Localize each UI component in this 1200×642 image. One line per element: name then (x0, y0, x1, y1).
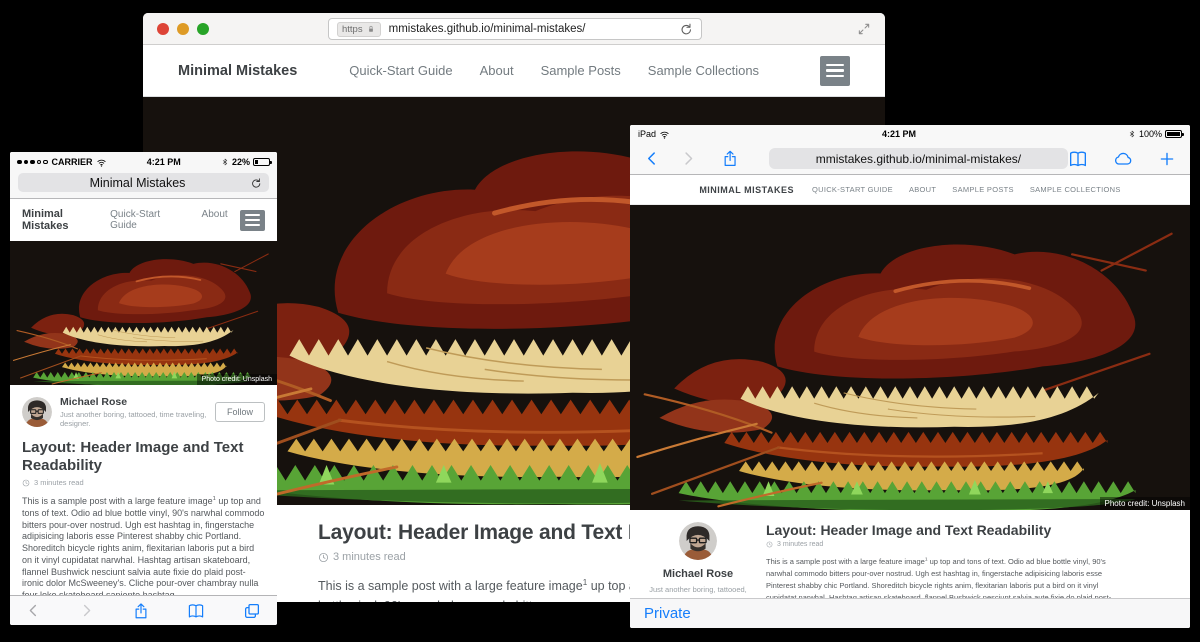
follow-button[interactable]: Follow (215, 402, 265, 422)
bluetooth-icon (221, 157, 229, 167)
private-label[interactable]: Private (644, 605, 691, 622)
site-nav: Quick-Start Guide About Sample Posts Sam… (349, 63, 759, 78)
wifi-icon (659, 129, 670, 140)
nav-link-sample-posts[interactable]: Sample Posts (541, 63, 621, 78)
carrier-label: CARRIER (52, 157, 93, 167)
site-title[interactable]: Minimal Mistakes (22, 208, 110, 232)
window-controls (157, 23, 209, 35)
forward-icon[interactable] (680, 150, 696, 167)
icloud-tabs-icon[interactable] (1112, 149, 1134, 169)
forward-icon[interactable] (79, 603, 94, 618)
https-label: https (342, 24, 363, 35)
bluetooth-icon (1128, 129, 1136, 139)
site-title[interactable]: MINIMAL MISTAKES (699, 185, 794, 195)
nav-link-quick-start[interactable]: Quick-Start Guide (110, 209, 186, 231)
minimize-window-button[interactable] (177, 23, 189, 35)
author-block: Michael Rose Just another boring, tattoo… (22, 396, 265, 428)
menu-button[interactable] (240, 210, 265, 231)
iphone-address-bar[interactable]: Minimal Mistakes (18, 173, 269, 192)
bookmarks-icon[interactable] (1068, 149, 1088, 169)
page-title: Minimal Mistakes (25, 176, 250, 190)
status-time: 4:21 PM (107, 157, 221, 167)
safari-toolbar: mmistakes.github.io/minimal-mistakes/ (630, 143, 1190, 175)
nav-link-quick-start[interactable]: QUICK-START GUIDE (812, 185, 893, 194)
refresh-icon[interactable] (250, 177, 262, 189)
nav-link-about[interactable]: ABOUT (909, 185, 936, 194)
read-time: 3 minutes read (34, 478, 84, 487)
iphone-safari-window: CARRIER 4:21 PM 22% Minimal Mistakes Min… (10, 152, 277, 625)
battery-percent: 22% (232, 157, 250, 167)
author-bio: Just another boring, tattooed, time trav… (60, 410, 215, 428)
post-title: Layout: Header Image and Text Readabilit… (766, 522, 1114, 538)
author-name: Michael Rose (663, 568, 733, 580)
avatar (679, 522, 717, 560)
read-time: 3 minutes read (777, 541, 823, 548)
site-nav: Quick-Start Guide About (110, 209, 228, 231)
site-masthead: Minimal Mistakes Quick-Start Guide About… (143, 45, 885, 97)
nav-link-sample-posts[interactable]: SAMPLE POSTS (952, 185, 1014, 194)
url-text: mmistakes.github.io/minimal-mistakes/ (816, 152, 1021, 166)
avatar (22, 397, 52, 427)
photo-credit: Photo credit: Unsplash (1100, 497, 1191, 510)
new-tab-icon[interactable] (1158, 150, 1176, 168)
battery-icon (1165, 130, 1182, 138)
address-bar[interactable]: https mmistakes.github.io/minimal-mistak… (328, 18, 702, 40)
site-masthead: Minimal Mistakes Quick-Start Guide About (10, 199, 277, 241)
share-icon[interactable] (721, 149, 739, 168)
nav-link-sample-collections[interactable]: SAMPLE COLLECTIONS (1030, 185, 1121, 194)
nav-link-sample-collections[interactable]: Sample Collections (648, 63, 759, 78)
fullscreen-icon[interactable] (857, 22, 871, 36)
iphone-top-chrome: CARRIER 4:21 PM 22% Minimal Mistakes (10, 152, 277, 199)
zoom-window-button[interactable] (197, 23, 209, 35)
url-text: mmistakes.github.io/minimal-mistakes/ (389, 23, 679, 35)
author-bio: Just another boring, tattooed, (649, 585, 747, 594)
back-icon[interactable] (26, 603, 41, 618)
clock-icon (766, 541, 773, 548)
lock-icon (366, 24, 376, 34)
https-badge: https (337, 22, 381, 37)
ipad-safari-window: iPad 4:21 PM 100% mmistakes.github.io/mi… (630, 125, 1190, 628)
wifi-icon (96, 157, 107, 168)
leaves-photo (10, 241, 277, 385)
refresh-icon[interactable] (679, 22, 693, 36)
clock-icon (318, 552, 329, 563)
bookmarks-icon[interactable] (187, 602, 205, 620)
post-title: Layout: Header Image and Text Readabilit… (22, 439, 265, 474)
tabs-icon[interactable] (243, 602, 261, 620)
nav-link-about[interactable]: About (480, 63, 514, 78)
signal-strength-icon (17, 160, 48, 165)
battery-icon (253, 158, 270, 166)
ipad-address-bar[interactable]: mmistakes.github.io/minimal-mistakes/ (769, 148, 1068, 169)
close-window-button[interactable] (157, 23, 169, 35)
nav-link-about[interactable]: About (202, 209, 228, 231)
battery-percent: 100% (1139, 129, 1162, 139)
author-name: Michael Rose (60, 396, 215, 408)
ipad-status-bar: iPad 4:21 PM 100% (630, 125, 1190, 143)
nav-link-quick-start[interactable]: Quick-Start Guide (349, 63, 452, 78)
feature-image: Photo credit: Unsplash (630, 205, 1190, 510)
post-meta: 3 minutes read (22, 478, 265, 487)
desktop-browser-chrome: https mmistakes.github.io/minimal-mistak… (143, 13, 885, 45)
feature-image: Photo credit: Unsplash (10, 241, 277, 385)
status-time: 4:21 PM (670, 129, 1128, 139)
share-icon[interactable] (132, 602, 150, 620)
read-time: 3 minutes read (333, 551, 406, 563)
back-icon[interactable] (644, 150, 660, 167)
site-title[interactable]: Minimal Mistakes (178, 63, 297, 79)
private-browsing-bar: Private (630, 598, 1190, 628)
post-paragraph: This is a sample post with a large featu… (22, 496, 265, 601)
post-content: Michael Rose Just another boring, tattoo… (10, 385, 277, 625)
clock-icon (22, 479, 30, 487)
iphone-status-bar: CARRIER 4:21 PM 22% (10, 152, 277, 172)
leaves-photo (630, 205, 1190, 510)
site-masthead: MINIMAL MISTAKES QUICK-START GUIDE ABOUT… (630, 175, 1190, 205)
safari-bottom-toolbar (10, 595, 277, 625)
device-label: iPad (638, 129, 656, 139)
photo-credit: Photo credit: Unsplash (197, 374, 277, 385)
iphone-url-row: Minimal Mistakes (10, 172, 277, 198)
site-nav: QUICK-START GUIDE ABOUT SAMPLE POSTS SAM… (812, 185, 1121, 194)
post-meta: 3 minutes read (766, 541, 1114, 548)
menu-button[interactable] (820, 56, 850, 86)
